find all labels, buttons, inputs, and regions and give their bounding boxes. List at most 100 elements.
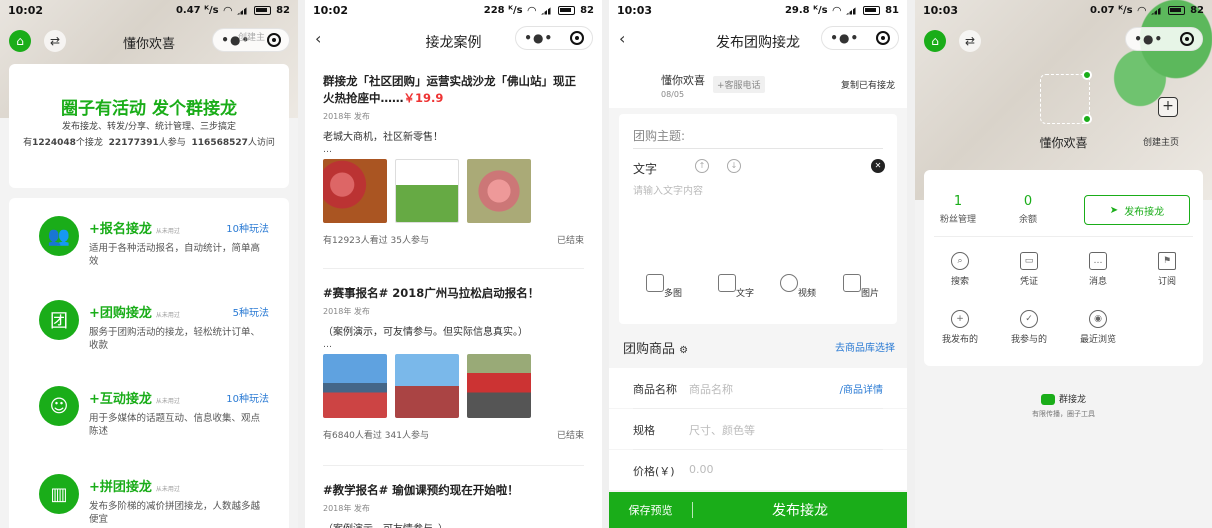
settings-icon[interactable]: ⚙ [679, 345, 688, 356]
goods-title: 团购商品 [623, 342, 676, 357]
feature-count[interactable]: 10种玩法 [226, 220, 269, 235]
bookmark-icon: ⚑ [1158, 252, 1176, 270]
menu-message[interactable]: … 消息 [1068, 252, 1128, 287]
send-icon: ➤ [1109, 204, 1119, 216]
miniapp-capsule[interactable]: •●• [515, 26, 593, 50]
field-label: 商品名称 [633, 383, 677, 396]
photo-marathon-3[interactable] [467, 354, 531, 418]
miniapp-capsule[interactable]: •●• [821, 26, 899, 50]
copy-existing-link[interactable]: 复制已有接龙 [841, 78, 895, 91]
more-icon[interactable]: •●• [524, 31, 553, 45]
check-circle-icon: ✓ [1020, 310, 1038, 328]
move-down-icon[interactable]: ↓ [727, 159, 741, 173]
multi-image-icon [645, 274, 664, 292]
goods-section-title: 团购商品 ⚙ [623, 338, 688, 357]
menu-subscribe[interactable]: ⚑ 订阅 [1137, 252, 1197, 287]
switch-icon[interactable]: ⇄ [959, 30, 981, 52]
feature-item-interact[interactable]: ☺ +互动接龙 从未用过 10种玩法 用于多媒体的话题互动、信息收集、观点陈述 [29, 386, 269, 466]
status-bar: 10:02 228 ᴷ/s ◠ 82 [305, 0, 602, 20]
menu-label: 搜索 [950, 277, 969, 287]
field-goods-name[interactable]: 商品名称 商品名称 /商品详情 [609, 368, 907, 408]
create-home-label[interactable]: 创建主页 [1143, 135, 1179, 148]
spec-input[interactable]: 尺寸、颜色等 [689, 422, 755, 438]
close-miniapp-icon[interactable] [266, 33, 281, 47]
photo-marathon-1[interactable] [323, 354, 387, 418]
goods-detail-link[interactable]: /商品详情 [840, 381, 883, 396]
create-home-icon[interactable]: + [1158, 97, 1178, 117]
photo-marathon-2[interactable] [395, 354, 459, 418]
media-multi-image[interactable]: 多图 [639, 274, 689, 299]
close-miniapp-icon[interactable] [1179, 32, 1194, 46]
delete-icon[interactable]: ✕ [871, 159, 885, 173]
menu-label: 订阅 [1157, 277, 1176, 287]
move-up-icon[interactable]: ↑ [695, 159, 709, 173]
edit-dot-icon[interactable] [1082, 114, 1092, 124]
home-icon[interactable]: ⌂ [924, 30, 946, 52]
field-spec[interactable]: 规格 尺寸、颜色等 [609, 409, 907, 449]
feature-item-signup[interactable]: 👥 +报名接龙 从未用过 10种玩法 适用于各种活动报名，自动统计，简单高效 [29, 216, 269, 296]
fans-count: 1 [953, 194, 963, 209]
article-body: （案例演示，可友情参与。但实际信息真实。） [323, 327, 528, 338]
contact-phone-button[interactable]: +客服电话 [713, 76, 765, 93]
photo-peaches[interactable] [467, 159, 531, 223]
feature-tag: 从未用过 [155, 228, 180, 235]
media-image[interactable]: 图片 [836, 274, 886, 299]
stat-prefix: 有 [23, 138, 33, 148]
feature-count[interactable]: 10种玩法 [226, 390, 269, 405]
video-play-icon [779, 274, 798, 292]
status-bar: 10:03 29.8 ᴷ/s ◠ 81 [609, 0, 907, 20]
article-title: 群接龙「社区团购」运营实战沙龙「佛山站」现正火热抢座中……￥19.9 [323, 73, 584, 107]
goods-name-input[interactable]: 商品名称 [689, 381, 733, 397]
plus-circle-icon: + [951, 310, 969, 328]
menu-recent[interactable]: ◉ 最近浏览 [1068, 310, 1128, 345]
text-content-input[interactable]: 请输入文字内容 [633, 182, 703, 197]
goods-library-link[interactable]: 去商品库选择 [835, 339, 895, 354]
brand-tagline: 有限传播，圈子工具 [1032, 410, 1095, 418]
media-text[interactable]: 文字 [711, 274, 761, 299]
more-icon[interactable]: •●• [830, 31, 859, 45]
menu-search[interactable]: ⌕ 搜索 [930, 252, 990, 287]
stat-suffix: 个接龙 [75, 138, 103, 148]
feature-item-pintuan[interactable]: ▥ +拼团接龙 从未用过 发布多阶梯的减价拼团接龙，人数越多越便宜 [29, 474, 269, 528]
feature-desc: 服务于团购活动的接龙，轻松统计订单、收款 [89, 327, 261, 351]
article-year: 2018年 发布 [323, 112, 370, 121]
stat-suffix: 人参与 [158, 138, 186, 148]
battery-level: 82 [580, 4, 594, 16]
case-article-3[interactable]: #教学报名# 瑜伽课预约现在开始啦！ 2018年 发布 （案例演示，可友情参与。… [323, 482, 584, 528]
battery-icon [254, 5, 272, 15]
photo-apples[interactable] [323, 159, 387, 223]
more-icon[interactable]: •●• [1134, 32, 1163, 46]
case-article-1[interactable]: 群接龙「社区团购」运营实战沙龙「佛山站」现正火热抢座中……￥19.9 2018年… [323, 73, 584, 246]
divider [633, 148, 883, 149]
feature-list-card: 👥 +报名接龙 从未用过 10种玩法 适用于各种活动报名，自动统计，简单高效 团 … [9, 198, 289, 528]
menu-label: 我参与的 [1010, 335, 1047, 345]
stat-balance[interactable]: 0 余额 [1002, 194, 1054, 225]
network-speed: 0.07 ᴷ/s [1089, 4, 1133, 16]
network-speed: 0.47 ᴷ/s [175, 4, 219, 16]
media-video[interactable]: 视频 [773, 274, 823, 299]
photo-poster[interactable] [395, 159, 459, 223]
menu-my-published[interactable]: + 我发布的 [930, 310, 990, 345]
close-miniapp-icon[interactable] [875, 31, 890, 45]
brand-name-text: 群接龙 [1058, 395, 1086, 405]
feature-title: +团购接龙 [89, 306, 152, 321]
case-article-2[interactable]: #赛事报名# 2018广州马拉松启动报名！ 2018年 发布 （案例演示，可友情… [323, 285, 584, 441]
balance-count: 0 [1023, 194, 1033, 209]
topic-input[interactable]: 团购主题: [633, 127, 685, 144]
field-price[interactable]: 价格(￥) 0.00 [609, 450, 907, 490]
menu-my-joined[interactable]: ✓ 我参与的 [999, 310, 1059, 345]
battery-icon [558, 5, 576, 15]
feature-item-groupbuy[interactable]: 团 +团购接龙 从未用过 5种玩法 服务于团购活动的接龙，轻松统计订单、收款 [29, 300, 269, 380]
close-miniapp-icon[interactable] [569, 31, 584, 45]
publish-jielong-button[interactable]: ➤ 发布接龙 [1084, 195, 1190, 225]
price-input[interactable]: 0.00 [689, 463, 714, 476]
stat-fans[interactable]: 1 粉丝管理 [932, 194, 984, 225]
publish-button[interactable]: 发布接龙 [693, 500, 907, 520]
feature-desc: 适用于各种活动报名，自动统计，简单高效 [89, 243, 261, 267]
menu-voucher[interactable]: ▭ 凭证 [999, 252, 1059, 287]
status-bar: 10:02 0.47 ᴷ/s ◠ 82 [0, 0, 298, 20]
brand-name: 群接龙 [915, 392, 1212, 405]
miniapp-capsule[interactable]: •●• [1125, 27, 1203, 51]
save-preview-button[interactable]: 保存预览 [609, 502, 693, 518]
feature-count[interactable]: 5种玩法 [233, 304, 269, 319]
